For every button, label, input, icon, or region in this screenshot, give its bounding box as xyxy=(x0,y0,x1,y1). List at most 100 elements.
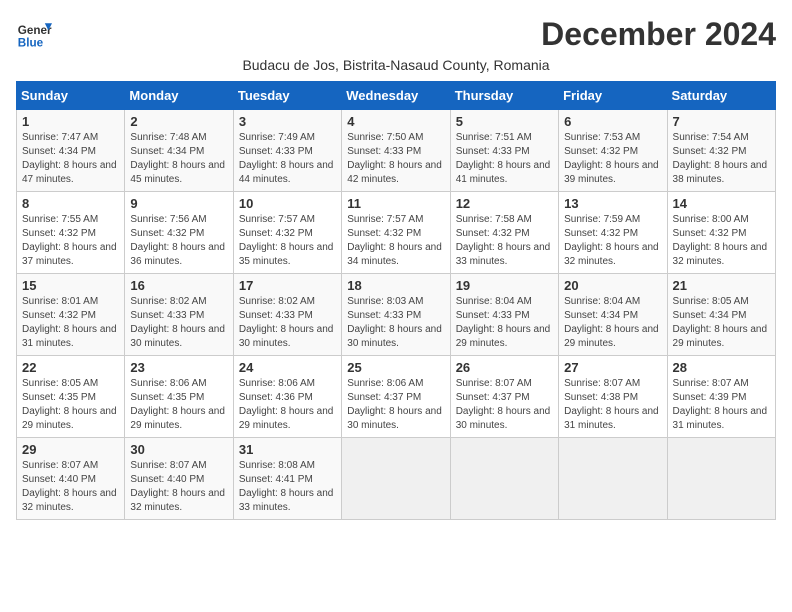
calendar-cell: 9 Sunrise: 7:56 AMSunset: 4:32 PMDaylight… xyxy=(125,192,233,274)
calendar-cell xyxy=(559,438,667,520)
day-number: 25 xyxy=(347,360,444,375)
day-number: 3 xyxy=(239,114,336,129)
calendar-cell: 5 Sunrise: 7:51 AMSunset: 4:33 PMDaylight… xyxy=(450,110,558,192)
day-number: 6 xyxy=(564,114,661,129)
calendar-cell: 31 Sunrise: 8:08 AMSunset: 4:41 PMDayligh… xyxy=(233,438,341,520)
day-number: 29 xyxy=(22,442,119,457)
calendar-cell: 18 Sunrise: 8:03 AMSunset: 4:33 PMDayligh… xyxy=(342,274,450,356)
day-info: Sunrise: 8:04 AMSunset: 4:34 PMDaylight:… xyxy=(564,295,661,351)
svg-text:Blue: Blue xyxy=(18,37,44,50)
calendar-cell: 19Sunrise: 8:04 AMSunset: 4:33 PMDayligh… xyxy=(450,274,558,356)
day-info: Sunrise: 7:56 AMSunset: 4:32 PMDaylight:… xyxy=(130,213,227,269)
day-number: 9 xyxy=(130,196,227,211)
day-info: Sunrise: 8:08 AMSunset: 4:41 PMDaylight:… xyxy=(239,459,336,515)
calendar-cell: 11 Sunrise: 7:57 AMSunset: 4:32 PMDayligh… xyxy=(342,192,450,274)
day-number: 18 xyxy=(347,278,444,293)
day-number: 12 xyxy=(456,196,553,211)
day-of-week-header: Monday xyxy=(125,82,233,110)
day-info: Sunrise: 8:05 AMSunset: 4:35 PMDaylight:… xyxy=(22,377,119,433)
calendar-cell: 25 Sunrise: 8:06 AMSunset: 4:37 PMDayligh… xyxy=(342,356,450,438)
calendar-cell: 8 Sunrise: 7:55 AMSunset: 4:32 PMDaylight… xyxy=(17,192,125,274)
day-number: 5 xyxy=(456,114,553,129)
day-of-week-header: Thursday xyxy=(450,82,558,110)
day-info: Sunrise: 7:49 AMSunset: 4:33 PMDaylight:… xyxy=(239,131,336,187)
calendar-cell: 28Sunrise: 8:07 AMSunset: 4:39 PMDayligh… xyxy=(667,356,775,438)
day-of-week-header: Friday xyxy=(559,82,667,110)
calendar-cell: 22 Sunrise: 8:05 AMSunset: 4:35 PMDayligh… xyxy=(17,356,125,438)
calendar-header: SundayMondayTuesdayWednesdayThursdayFrid… xyxy=(17,82,776,110)
day-number: 15 xyxy=(22,278,119,293)
calendar-cell: 20 Sunrise: 8:04 AMSunset: 4:34 PMDayligh… xyxy=(559,274,667,356)
calendar-body: 1Sunrise: 7:47 AMSunset: 4:34 PMDaylight… xyxy=(17,110,776,520)
calendar-cell: 1Sunrise: 7:47 AMSunset: 4:34 PMDaylight… xyxy=(17,110,125,192)
calendar-cell: 10 Sunrise: 7:57 AMSunset: 4:32 PMDayligh… xyxy=(233,192,341,274)
day-number: 10 xyxy=(239,196,336,211)
day-info: Sunrise: 8:07 AMSunset: 4:39 PMDaylight:… xyxy=(673,377,770,433)
day-number: 7 xyxy=(673,114,770,129)
day-number: 17 xyxy=(239,278,336,293)
day-info: Sunrise: 7:50 AMSunset: 4:33 PMDaylight:… xyxy=(347,131,444,187)
day-info: Sunrise: 8:07 AMSunset: 4:40 PMDaylight:… xyxy=(22,459,119,515)
calendar: SundayMondayTuesdayWednesdayThursdayFrid… xyxy=(16,81,776,520)
day-info: Sunrise: 7:57 AMSunset: 4:32 PMDaylight:… xyxy=(347,213,444,269)
day-info: Sunrise: 7:51 AMSunset: 4:33 PMDaylight:… xyxy=(456,131,553,187)
day-number: 30 xyxy=(130,442,227,457)
day-number: 26 xyxy=(456,360,553,375)
day-number: 13 xyxy=(564,196,661,211)
header: General Blue December 2024 xyxy=(16,16,776,53)
day-info: Sunrise: 7:54 AMSunset: 4:32 PMDaylight:… xyxy=(673,131,770,187)
logo-icon: General Blue xyxy=(16,16,52,52)
calendar-cell: 14 Sunrise: 8:00 AMSunset: 4:32 PMDayligh… xyxy=(667,192,775,274)
day-info: Sunrise: 8:07 AMSunset: 4:38 PMDaylight:… xyxy=(564,377,661,433)
day-info: Sunrise: 7:53 AMSunset: 4:32 PMDaylight:… xyxy=(564,131,661,187)
calendar-cell: 4 Sunrise: 7:50 AMSunset: 4:33 PMDaylight… xyxy=(342,110,450,192)
calendar-cell: 23 Sunrise: 8:06 AMSunset: 4:35 PMDayligh… xyxy=(125,356,233,438)
day-info: Sunrise: 8:06 AMSunset: 4:36 PMDaylight:… xyxy=(239,377,336,433)
calendar-cell xyxy=(342,438,450,520)
logo: General Blue xyxy=(16,16,52,52)
calendar-cell: 30 Sunrise: 8:07 AMSunset: 4:40 PMDayligh… xyxy=(125,438,233,520)
day-number: 23 xyxy=(130,360,227,375)
day-info: Sunrise: 8:00 AMSunset: 4:32 PMDaylight:… xyxy=(673,213,770,269)
day-info: Sunrise: 7:58 AMSunset: 4:32 PMDaylight:… xyxy=(456,213,553,269)
day-info: Sunrise: 8:06 AMSunset: 4:37 PMDaylight:… xyxy=(347,377,444,433)
day-info: Sunrise: 8:01 AMSunset: 4:32 PMDaylight:… xyxy=(22,295,119,351)
day-info: Sunrise: 7:57 AMSunset: 4:32 PMDaylight:… xyxy=(239,213,336,269)
day-info: Sunrise: 8:04 AMSunset: 4:33 PMDaylight:… xyxy=(456,295,553,351)
calendar-cell: 7 Sunrise: 7:54 AMSunset: 4:32 PMDaylight… xyxy=(667,110,775,192)
calendar-cell: 12 Sunrise: 7:58 AMSunset: 4:32 PMDayligh… xyxy=(450,192,558,274)
day-number: 21 xyxy=(673,278,770,293)
day-of-week-header: Sunday xyxy=(17,82,125,110)
subtitle: Budacu de Jos, Bistrita-Nasaud County, R… xyxy=(16,57,776,73)
day-number: 8 xyxy=(22,196,119,211)
day-number: 22 xyxy=(22,360,119,375)
day-number: 11 xyxy=(347,196,444,211)
day-number: 31 xyxy=(239,442,336,457)
calendar-cell: 15 Sunrise: 8:01 AMSunset: 4:32 PMDayligh… xyxy=(17,274,125,356)
day-info: Sunrise: 7:55 AMSunset: 4:32 PMDaylight:… xyxy=(22,213,119,269)
day-info: Sunrise: 8:06 AMSunset: 4:35 PMDaylight:… xyxy=(130,377,227,433)
day-info: Sunrise: 8:02 AMSunset: 4:33 PMDaylight:… xyxy=(239,295,336,351)
calendar-cell: 13 Sunrise: 7:59 AMSunset: 4:32 PMDayligh… xyxy=(559,192,667,274)
calendar-cell: 24 Sunrise: 8:06 AMSunset: 4:36 PMDayligh… xyxy=(233,356,341,438)
day-number: 1 xyxy=(22,114,119,129)
day-number: 4 xyxy=(347,114,444,129)
day-of-week-header: Wednesday xyxy=(342,82,450,110)
day-info: Sunrise: 8:03 AMSunset: 4:33 PMDaylight:… xyxy=(347,295,444,351)
day-info: Sunrise: 7:59 AMSunset: 4:32 PMDaylight:… xyxy=(564,213,661,269)
day-info: Sunrise: 8:07 AMSunset: 4:37 PMDaylight:… xyxy=(456,377,553,433)
day-number: 24 xyxy=(239,360,336,375)
day-of-week-header: Tuesday xyxy=(233,82,341,110)
calendar-cell: 17 Sunrise: 8:02 AMSunset: 4:33 PMDayligh… xyxy=(233,274,341,356)
day-of-week-header: Saturday xyxy=(667,82,775,110)
month-title: December 2024 xyxy=(541,16,776,53)
day-number: 14 xyxy=(673,196,770,211)
day-number: 20 xyxy=(564,278,661,293)
calendar-cell: 29 Sunrise: 8:07 AMSunset: 4:40 PMDayligh… xyxy=(17,438,125,520)
day-info: Sunrise: 7:48 AMSunset: 4:34 PMDaylight:… xyxy=(130,131,227,187)
day-info: Sunrise: 8:07 AMSunset: 4:40 PMDaylight:… xyxy=(130,459,227,515)
calendar-cell: 26 Sunrise: 8:07 AMSunset: 4:37 PMDayligh… xyxy=(450,356,558,438)
day-number: 27 xyxy=(564,360,661,375)
calendar-cell: 21 Sunrise: 8:05 AMSunset: 4:34 PMDayligh… xyxy=(667,274,775,356)
day-info: Sunrise: 8:05 AMSunset: 4:34 PMDaylight:… xyxy=(673,295,770,351)
